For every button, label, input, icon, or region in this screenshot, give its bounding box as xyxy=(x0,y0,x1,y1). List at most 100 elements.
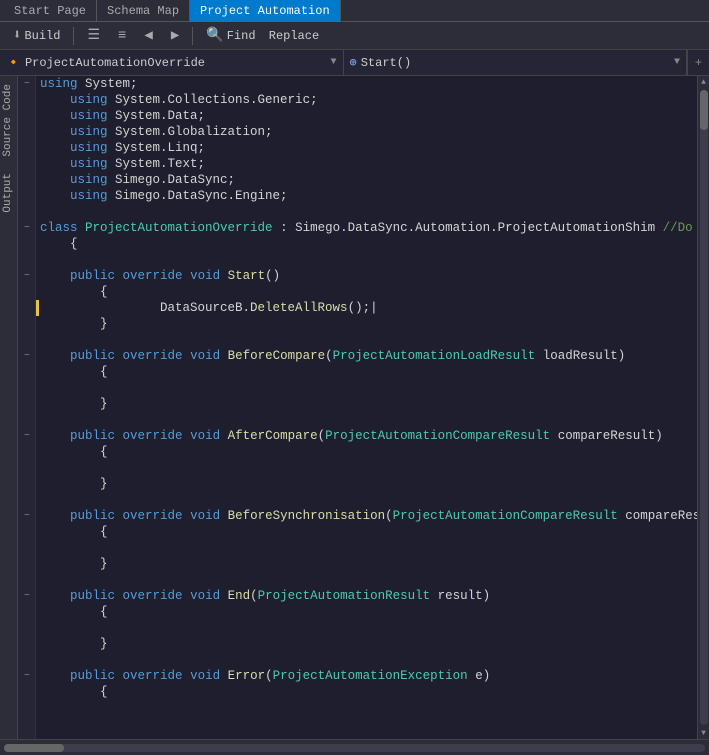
collapse-btn-15 xyxy=(18,316,36,332)
replace-label xyxy=(259,29,266,43)
code-line-35[interactable]: } xyxy=(40,636,693,652)
code-line-17[interactable]: public override void BeforeCompare(Proje… xyxy=(40,348,693,364)
outdent-right-button[interactable]: ▶ xyxy=(164,24,186,47)
code-line-14[interactable]: DataSourceB.DeleteAllRows();| xyxy=(36,300,693,316)
output-label[interactable]: Output xyxy=(0,165,17,221)
code-line-30[interactable]: } xyxy=(40,556,693,572)
source-code-label[interactable]: Source Code xyxy=(0,76,17,165)
method-dropdown[interactable]: ⊕ Start() ▼ xyxy=(344,50,688,76)
collapse-btn-24 xyxy=(18,460,36,476)
code-line-32[interactable]: public override void End(ProjectAutomati… xyxy=(40,588,693,604)
code-line-5[interactable]: using System.Text; xyxy=(40,156,693,172)
vertical-scrollbar[interactable]: ▲ ▼ xyxy=(697,76,709,739)
code-line-31[interactable] xyxy=(40,572,693,588)
build-label: Build xyxy=(24,29,60,43)
code-line-9[interactable]: class ProjectAutomationOverride : Simego… xyxy=(40,220,693,236)
collapse-btn-17[interactable]: − xyxy=(18,348,36,364)
code-line-36[interactable] xyxy=(40,652,693,668)
code-line-12[interactable]: public override void Start() xyxy=(40,268,693,284)
code-line-29[interactable] xyxy=(40,540,693,556)
code-line-8[interactable] xyxy=(40,204,693,220)
code-line-23[interactable]: { xyxy=(40,444,693,460)
search-icon: 🔍 xyxy=(206,27,223,44)
code-line-11[interactable] xyxy=(40,252,693,268)
collapse-btn-12[interactable]: − xyxy=(18,268,36,284)
scroll-up-button[interactable]: ▲ xyxy=(698,76,709,88)
code-line-13[interactable]: { xyxy=(40,284,693,300)
collapse-btn-8 xyxy=(18,204,36,220)
method-dropdown-value: Start() xyxy=(361,56,411,70)
h-scroll-thumb xyxy=(4,744,64,752)
toolbar: ⬇ Build ☰ ≡ ◀ ▶ 🔍 Find Replace xyxy=(0,22,709,50)
collapse-btn-23 xyxy=(18,444,36,460)
code-line-7[interactable]: using Simego.DataSync.Engine; xyxy=(40,188,693,204)
indent-button[interactable]: ≡ xyxy=(111,25,133,47)
collapse-btn-22[interactable]: − xyxy=(18,428,36,444)
code-line-6[interactable]: using Simego.DataSync; xyxy=(40,172,693,188)
build-button[interactable]: ⬇ Build xyxy=(6,24,67,47)
tab-bar: Start Page Schema Map Project Automation xyxy=(0,0,709,22)
side-labels: Source Code Output xyxy=(0,76,18,739)
h-scroll-track[interactable] xyxy=(4,744,705,752)
horizontal-scrollbar[interactable] xyxy=(0,739,709,755)
code-editor: − − − − − − − − using System; using System.Coll… xyxy=(18,76,709,739)
separator-2 xyxy=(192,27,193,45)
code-line-28[interactable]: { xyxy=(40,524,693,540)
collapse-btn-7 xyxy=(18,188,36,204)
collapse-btn-3 xyxy=(18,124,36,140)
class-dropdown-value: ProjectAutomationOverride xyxy=(25,56,205,70)
collapse-btn-10 xyxy=(18,236,36,252)
collapse-btn-4 xyxy=(18,140,36,156)
list-icon: ☰ xyxy=(87,27,100,44)
find-label: Find xyxy=(227,29,256,43)
scroll-down-button[interactable]: ▼ xyxy=(698,727,709,739)
code-line-19[interactable] xyxy=(40,380,693,396)
collapse-btn-36 xyxy=(18,652,36,668)
collapse-btn-30 xyxy=(18,556,36,572)
code-line-37[interactable]: public override void Error(ProjectAutoma… xyxy=(40,668,693,684)
code-line-34[interactable] xyxy=(40,620,693,636)
code-line-26[interactable] xyxy=(40,492,693,508)
scroll-track[interactable] xyxy=(700,90,708,725)
code-line-4[interactable]: using System.Linq; xyxy=(40,140,693,156)
code-line-22[interactable]: public override void AfterCompare(Projec… xyxy=(40,428,693,444)
code-line-20[interactable]: } xyxy=(40,396,693,412)
code-content[interactable]: using System; using System.Collections.G… xyxy=(36,76,697,739)
outdent-left-button[interactable]: ◀ xyxy=(137,24,159,47)
class-dropdown[interactable]: 🔸 ProjectAutomationOverride ▼ xyxy=(0,50,344,76)
code-line-21[interactable] xyxy=(40,412,693,428)
class-icon: 🔸 xyxy=(6,55,21,70)
nav-expand-button[interactable]: + xyxy=(687,50,709,76)
code-line-16[interactable] xyxy=(40,332,693,348)
code-line-1[interactable]: using System.Collections.Generic; xyxy=(40,92,693,108)
method-dropdown-arrow: ▼ xyxy=(674,57,680,68)
code-line-38[interactable]: { xyxy=(40,684,693,700)
code-line-10[interactable]: { xyxy=(40,236,693,252)
collapse-btn-37[interactable]: − xyxy=(18,668,36,684)
code-line-3[interactable]: using System.Globalization; xyxy=(40,124,693,140)
collapse-btn-20 xyxy=(18,396,36,412)
code-line-18[interactable]: { xyxy=(40,364,693,380)
replace-text: Replace xyxy=(269,29,319,43)
code-line-24[interactable] xyxy=(40,460,693,476)
indent-all-button[interactable]: ☰ xyxy=(80,24,107,47)
tab-project-automation[interactable]: Project Automation xyxy=(190,0,341,22)
collapse-margin: − − − − − − − − xyxy=(18,76,36,739)
collapse-btn-27[interactable]: − xyxy=(18,508,36,524)
code-line-0[interactable]: using System; xyxy=(40,76,693,92)
find-replace-button[interactable]: 🔍 Find Replace xyxy=(199,24,326,47)
collapse-btn-14 xyxy=(18,300,36,316)
collapse-btn-0[interactable]: − xyxy=(18,76,36,92)
tab-schema-map[interactable]: Schema Map xyxy=(97,0,190,22)
code-line-25[interactable]: } xyxy=(40,476,693,492)
tab-start-page[interactable]: Start Page xyxy=(4,0,97,22)
collapse-btn-16 xyxy=(18,332,36,348)
collapse-btn-9[interactable]: − xyxy=(18,220,36,236)
code-line-2[interactable]: using System.Data; xyxy=(40,108,693,124)
method-icon: ⊕ xyxy=(350,55,357,70)
code-line-15[interactable]: } xyxy=(40,316,693,332)
collapse-btn-32[interactable]: − xyxy=(18,588,36,604)
code-line-33[interactable]: { xyxy=(40,604,693,620)
code-line-27[interactable]: public override void BeforeSynchronisati… xyxy=(40,508,693,524)
collapse-btn-29 xyxy=(18,540,36,556)
